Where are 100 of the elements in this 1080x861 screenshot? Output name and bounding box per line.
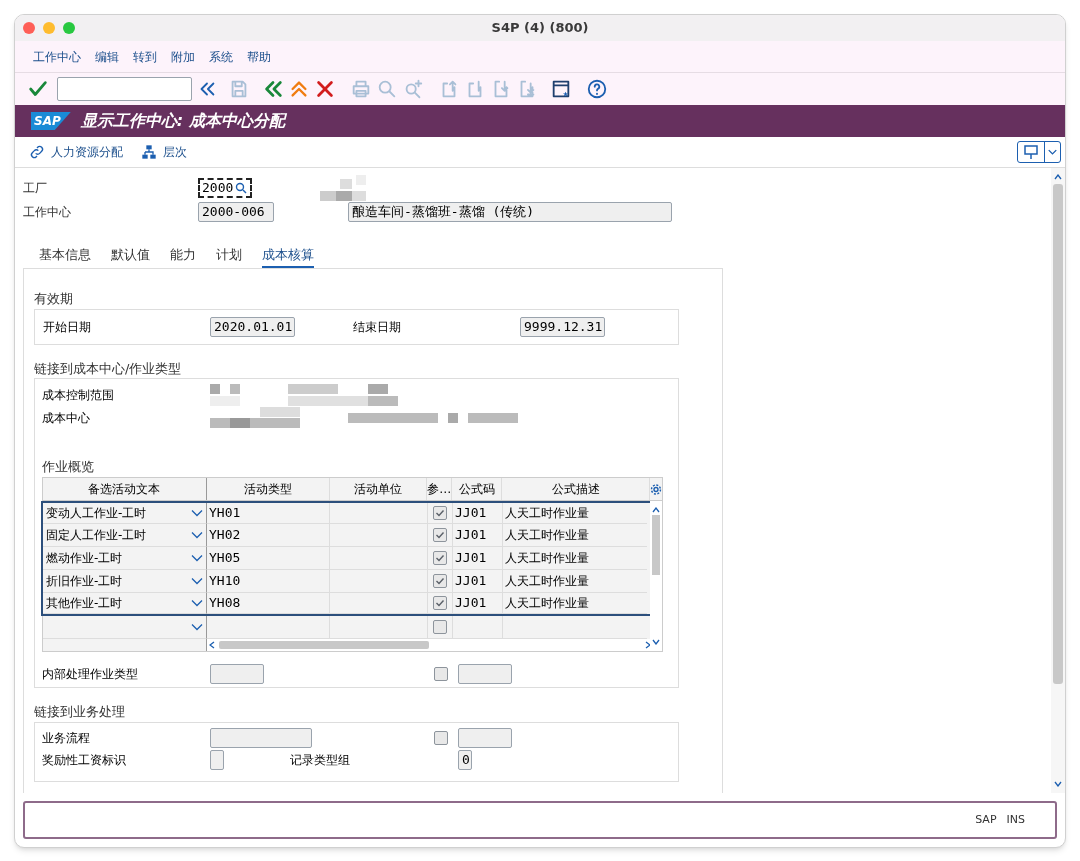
table-cell: YH05 <box>207 546 330 570</box>
window-star-icon[interactable] <box>550 78 572 100</box>
field-label: 工厂 <box>23 180 48 197</box>
checkbox[interactable] <box>434 666 448 681</box>
vertical-scrollbar[interactable] <box>1051 168 1065 793</box>
table-row[interactable]: 变动人工作业-工时 YH01 JJ01 人天工时作业量 <box>41 500 653 524</box>
close-button[interactable] <box>23 22 35 34</box>
chevron-down-icon <box>191 576 203 585</box>
input-field[interactable] <box>210 663 264 684</box>
tab[interactable]: 成本核算 <box>262 244 314 268</box>
menu-item[interactable]: 附加 <box>171 47 195 66</box>
search-help-icon[interactable] <box>235 182 248 194</box>
vertical-scrollbar[interactable] <box>650 500 662 651</box>
tab[interactable]: 能力 <box>170 244 196 268</box>
checkbox[interactable] <box>433 619 447 634</box>
close-icon[interactable] <box>314 78 336 100</box>
column-header[interactable]: 活动类型 <box>206 477 330 500</box>
double-left-icon[interactable] <box>262 78 284 100</box>
column-header[interactable]: 公式码 <box>452 477 503 500</box>
field-label: 业务流程 <box>42 729 91 747</box>
table-cell: 人天工时作业量 <box>503 592 647 614</box>
column-header[interactable]: 备选活动文本 <box>43 477 207 500</box>
screen-title: 显示工作中心: 成本中心分配 <box>80 110 285 132</box>
chevron-up-icon[interactable] <box>652 506 660 513</box>
chevron-left-icon[interactable] <box>209 640 215 649</box>
checkbox[interactable] <box>433 573 447 588</box>
end-date-field[interactable]: 9999.12.31 <box>520 316 605 337</box>
chevron-down-icon <box>1044 142 1060 162</box>
chevron-up-icon[interactable] <box>1054 174 1062 180</box>
column-header[interactable]: 公式描述 <box>502 477 650 500</box>
table-cell: YH08 <box>207 592 330 614</box>
help-icon[interactable] <box>586 78 608 100</box>
dropdown-cell[interactable] <box>43 615 207 639</box>
checkbox[interactable] <box>433 595 447 610</box>
tab[interactable]: 默认值 <box>111 244 150 268</box>
menu-item[interactable]: 帮助 <box>247 47 271 66</box>
maximize-button[interactable] <box>63 22 75 34</box>
table-cell: YH10 <box>207 569 330 593</box>
tab[interactable]: 计划 <box>216 244 242 268</box>
input-field[interactable] <box>458 663 512 684</box>
table-row[interactable]: 其他作业-工时 YH08 JJ01 人天工时作业量 <box>41 592 653 616</box>
command-field[interactable] <box>57 77 192 101</box>
section-title: 链接到成本中心/作业类型 <box>34 359 183 378</box>
table-cell: 人天工时作业量 <box>503 502 647 524</box>
chevron-down-icon[interactable] <box>1054 781 1062 787</box>
column-header[interactable]: 活动单位 <box>329 477 428 500</box>
checkbox[interactable] <box>433 550 447 565</box>
description-field[interactable]: 酿造车间-蒸馏班-蒸馏 (传统) <box>348 202 672 222</box>
chevron-down-icon <box>191 622 203 631</box>
dropdown-cell[interactable]: 折旧作业-工时 <box>43 569 207 593</box>
checkbox[interactable] <box>433 527 447 542</box>
field-label: 记录类型组 <box>290 751 351 769</box>
printer-icon[interactable] <box>350 78 372 100</box>
sap-logo: SAP <box>31 112 71 130</box>
field-label: 开始日期 <box>43 318 92 336</box>
checkmark-icon <box>435 529 445 540</box>
layout-menu-button[interactable] <box>1017 141 1061 163</box>
field-label: 结束日期 <box>353 318 402 336</box>
input-field[interactable] <box>458 727 512 748</box>
table-cell: YH02 <box>207 523 330 547</box>
menu-item[interactable]: 转到 <box>133 47 157 66</box>
column-header[interactable]: 参… <box>427 477 453 500</box>
mode-label: INS <box>1006 811 1025 828</box>
menu-item[interactable]: 系统 <box>209 47 233 66</box>
section-title: 链接到业务处理 <box>34 703 126 721</box>
tab[interactable]: 基本信息 <box>39 244 91 268</box>
chevron-down-icon[interactable] <box>652 638 660 645</box>
menu-item[interactable]: 工作中心 <box>33 47 81 66</box>
input-field[interactable] <box>210 749 224 770</box>
chevron-down-icon <box>191 508 203 517</box>
table-cell: JJ01 <box>453 592 503 614</box>
checkmark-icon <box>435 552 445 563</box>
table-cell <box>453 615 503 639</box>
dropdown-cell[interactable]: 固定人工作业-工时 <box>43 523 207 547</box>
start-date-field[interactable]: 2020.01.01 <box>210 316 295 337</box>
toolbar-button[interactable]: 层次 <box>141 143 187 161</box>
chevron-down-icon <box>191 598 203 607</box>
dropdown-cell[interactable]: 燃动作业-工时 <box>43 546 207 570</box>
link-icon <box>29 144 45 160</box>
record-group-field[interactable]: 0 <box>458 749 472 770</box>
redacted-block <box>320 175 366 201</box>
dropdown-cell[interactable]: 变动人工作业-工时 <box>43 502 207 524</box>
checkbox[interactable] <box>433 505 447 520</box>
hierarchy-icon <box>141 144 157 160</box>
toolbar-button[interactable]: 人力资源分配 <box>29 143 123 161</box>
checkbox[interactable] <box>434 730 448 745</box>
search-icon[interactable] <box>376 78 398 100</box>
field-label: 成本控制范围 <box>42 386 115 404</box>
system-label: SAP <box>975 811 997 828</box>
input-field[interactable] <box>210 727 312 748</box>
chevron-right-icon[interactable] <box>645 640 651 649</box>
checkmark-icon <box>435 507 445 518</box>
table-cell: YH01 <box>207 502 330 524</box>
table-cell: JJ01 <box>453 523 503 547</box>
work-center-field[interactable]: 2000-006 <box>198 202 274 222</box>
menu-item[interactable]: 编辑 <box>95 47 119 66</box>
field-label: 成本中心 <box>42 409 91 427</box>
plant-field[interactable]: 2000 <box>198 178 252 198</box>
table-cell: JJ01 <box>453 546 503 570</box>
dropdown-cell[interactable]: 其他作业-工时 <box>43 592 207 614</box>
